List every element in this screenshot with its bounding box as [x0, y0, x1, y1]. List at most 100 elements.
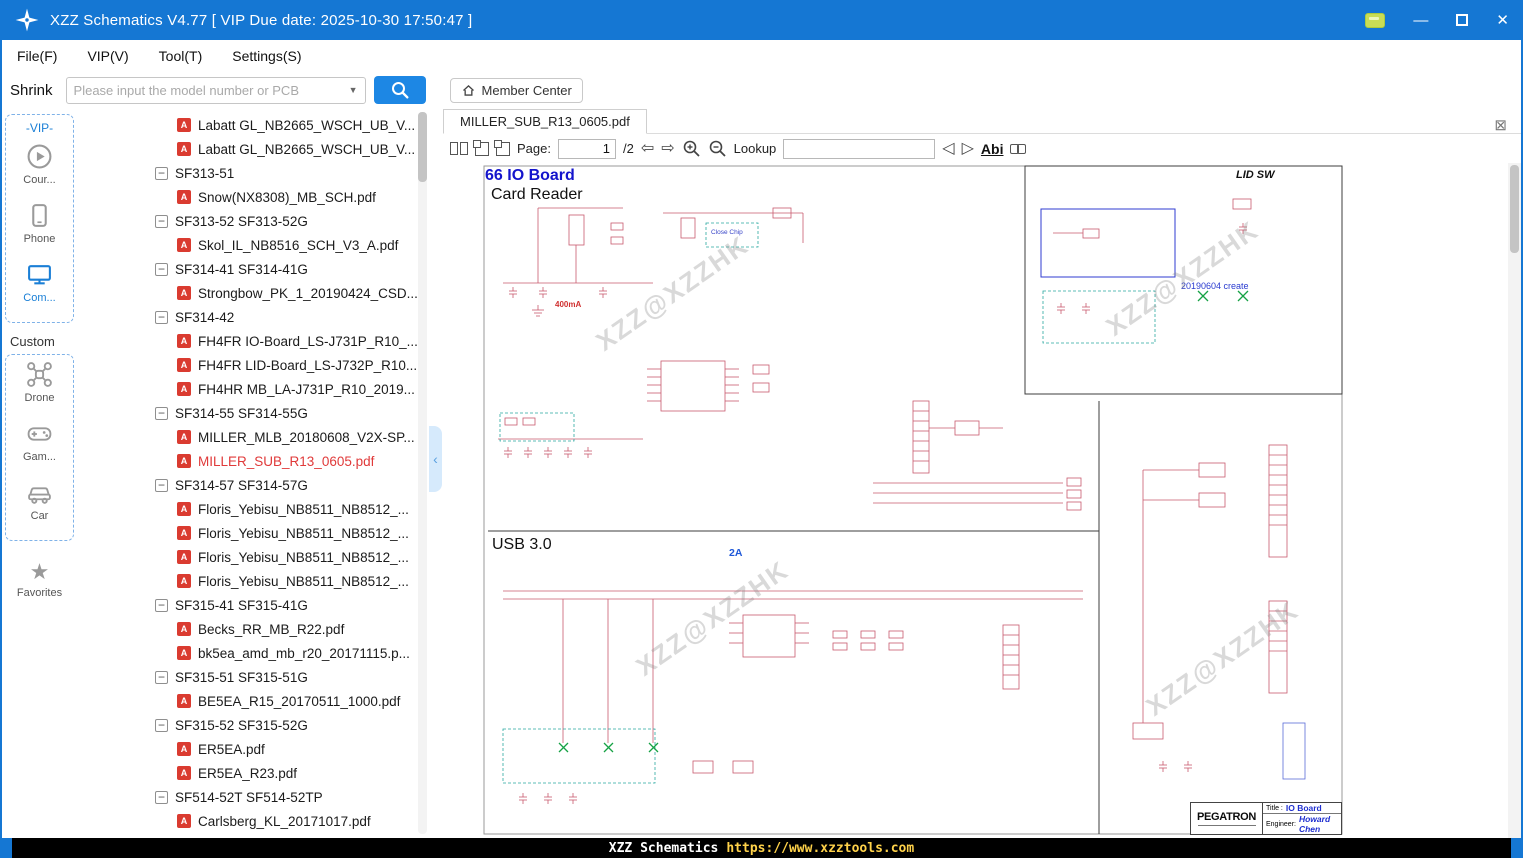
- sidebar-item-label: Phone: [23, 233, 56, 245]
- text-select-icon[interactable]: Abi: [981, 141, 1004, 157]
- collapse-tree-handle[interactable]: ‹: [429, 426, 442, 492]
- page-input[interactable]: [557, 138, 616, 159]
- prev-result-icon[interactable]: ◁: [942, 140, 954, 157]
- collapse-icon[interactable]: −: [155, 478, 168, 492]
- sidebar-item-game[interactable]: Gam...: [23, 420, 56, 463]
- tree-scrollbar[interactable]: [418, 112, 427, 834]
- search-input[interactable]: [73, 82, 345, 98]
- vertical-scrollbar[interactable]: [1508, 163, 1521, 838]
- tree-folder[interactable]: − SF315-41 SF315-41G: [77, 593, 429, 617]
- sidebar-item-computer[interactable]: Com...: [23, 261, 56, 304]
- tree-file[interactable]: A Floris_Yebisu_NB8511_NB8512_...: [77, 497, 429, 521]
- menu-item-toolt[interactable]: Tool(T): [159, 48, 203, 64]
- tree-folder[interactable]: − SF314-57 SF314-57G: [77, 473, 429, 497]
- collapse-icon[interactable]: −: [155, 598, 168, 612]
- tree-file[interactable]: A BE5EA_R15_20170511_1000.pdf: [77, 689, 429, 713]
- pdf-icon: A: [177, 646, 191, 660]
- rotate-right-icon[interactable]: [494, 139, 510, 156]
- tree-folder[interactable]: − SF314-55 SF314-55G: [77, 401, 429, 425]
- schematic-create-note: 20190604 create: [1181, 281, 1249, 291]
- tree-folder[interactable]: − SF514-52T SF514-52TP: [77, 785, 429, 809]
- menu-item-filef[interactable]: File(F): [17, 48, 57, 64]
- tree-file[interactable]: A MILLER_MLB_20180608_V2X-SP...: [77, 425, 429, 449]
- menu-item-settingss[interactable]: Settings(S): [232, 48, 301, 64]
- shrink-button[interactable]: Shrink: [10, 82, 53, 99]
- tree-file[interactable]: Abk5ea_amd_mb_r20_20171115.p...: [77, 641, 429, 665]
- pdf-icon: A: [177, 358, 191, 372]
- tree-scrollbar-thumb[interactable]: [418, 112, 427, 182]
- custom-section-label: Custom: [10, 334, 55, 349]
- tree-file[interactable]: A Labatt GL_NB2665_WSCH_UB_V...: [77, 137, 429, 161]
- collapse-icon[interactable]: −: [155, 790, 168, 804]
- tree-file[interactable]: A Strongbow_PK_1_20190424_CSD...: [77, 281, 429, 305]
- minimize-button[interactable]: —: [1413, 13, 1428, 28]
- tree-item-label: SF514-52T SF514-52TP: [175, 789, 323, 805]
- schematic-section-title: 66 IO Board: [485, 167, 575, 184]
- document-tab[interactable]: MILLER_SUB_R13_0605.pdf: [443, 109, 647, 134]
- license-icon[interactable]: [1365, 12, 1386, 28]
- tree-folder[interactable]: − SF315-51 SF315-51G: [77, 665, 429, 689]
- sidebar-item-phone[interactable]: Phone: [23, 202, 56, 245]
- tree-file[interactable]: A Skol_IL_NB8516_SCH_V3_A.pdf: [77, 233, 429, 257]
- pdf-icon: A: [177, 574, 191, 588]
- member-center-button[interactable]: Member Center: [449, 77, 583, 103]
- tree-item-label: FH4FR LID-Board_LS-J732P_R10...: [198, 357, 418, 373]
- sidebar-item-course[interactable]: Cour...: [23, 143, 56, 186]
- tree-file[interactable]: A Becks_RR_MB_R22.pdf: [77, 617, 429, 641]
- tree-folder[interactable]: − SF314-42: [77, 305, 429, 329]
- tree-file[interactable]: A FH4FR LID-Board_LS-J732P_R10...: [77, 353, 429, 377]
- tree-file[interactable]: A Carlsberg_KL_20171017.pdf: [77, 809, 429, 833]
- tree-file[interactable]: A Floris_Yebisu_NB8511_NB8512_...: [77, 521, 429, 545]
- collapse-icon[interactable]: −: [155, 406, 168, 420]
- zoom-out-icon[interactable]: [708, 139, 727, 158]
- tree-folder[interactable]: − SF314-41 SF314-41G: [77, 257, 429, 281]
- sidebar-item-drone[interactable]: Drone: [25, 361, 54, 404]
- chevron-down-icon[interactable]: ▼: [349, 85, 358, 95]
- maximize-button[interactable]: [1456, 14, 1469, 26]
- collapse-icon[interactable]: −: [155, 166, 168, 180]
- sidebar-item-car[interactable]: Car: [26, 479, 53, 522]
- pdf-icon: A: [177, 694, 191, 708]
- status-url[interactable]: https://www.xzztools.com: [726, 841, 914, 856]
- tree-file[interactable]: A ER5EA_R23.pdf: [77, 761, 429, 785]
- zoom-in-icon[interactable]: [682, 139, 701, 158]
- next-result-icon[interactable]: ▷: [962, 140, 974, 157]
- window-title: XZZ Schematics V4.77 [ VIP Due date: 202…: [50, 11, 473, 29]
- rotate-left-icon[interactable]: [473, 139, 489, 156]
- tree-file[interactable]: A Snow(NX8308)_MB_SCH.pdf: [77, 185, 429, 209]
- menu-item-vipv[interactable]: VIP(V): [87, 48, 128, 64]
- collapse-icon[interactable]: −: [155, 310, 168, 324]
- tree-file[interactable]: A FH4FR IO-Board_LS-J731P_R10_...: [77, 329, 429, 353]
- search-button[interactable]: [373, 76, 426, 104]
- title-block-fields: Title : IO Board Engineer: Howard Chen: [1263, 803, 1341, 834]
- tree-item-label: SF313-52 SF313-52G: [175, 213, 308, 229]
- tree-folder[interactable]: − SF315-52 SF315-52G: [77, 713, 429, 737]
- collapse-icon[interactable]: −: [155, 670, 168, 684]
- prev-page-icon[interactable]: ⇦: [641, 140, 654, 157]
- facing-pages-icon[interactable]: [450, 142, 468, 155]
- collapse-icon[interactable]: −: [155, 262, 168, 276]
- tree-folder[interactable]: − SF313-52 SF313-52G: [77, 209, 429, 233]
- search-box[interactable]: ▼: [65, 76, 366, 104]
- collapse-icon[interactable]: −: [155, 718, 168, 732]
- tree-file[interactable]: A FH4HR MB_LA-J731P_R10_2019...: [77, 377, 429, 401]
- tree-file[interactable]: A Labatt GL_NB2665_WSCH_UB_V...: [77, 113, 429, 137]
- tree-folder[interactable]: − SF313-51: [77, 161, 429, 185]
- next-page-icon[interactable]: ⇨: [661, 140, 674, 157]
- sidebar-item-favorites[interactable]: ★ Favorites: [5, 561, 74, 600]
- document-area[interactable]: 66 IO Board Card Reader USB 3.0 LID SW C…: [443, 163, 1521, 838]
- tree-file[interactable]: A Floris_Yebisu_NB8511_NB8512_...: [77, 569, 429, 593]
- tree-file[interactable]: A ER5EA.pdf: [77, 737, 429, 761]
- binoculars-icon[interactable]: [1010, 143, 1027, 154]
- tree-item-label: Becks_RR_MB_R22.pdf: [198, 621, 345, 637]
- collapse-icon[interactable]: −: [155, 214, 168, 228]
- tree-file[interactable]: A MILLER_SUB_R13_0605.pdf: [77, 449, 429, 473]
- tree-item-label: MILLER_SUB_R13_0605.pdf: [198, 453, 375, 469]
- pdf-icon: A: [177, 502, 191, 516]
- close-document-icon[interactable]: ⊠: [1494, 118, 1507, 133]
- close-button[interactable]: ✕: [1496, 13, 1509, 28]
- scrollbar-thumb[interactable]: [1510, 165, 1519, 253]
- play-icon: [27, 144, 52, 169]
- tree-file[interactable]: A Floris_Yebisu_NB8511_NB8512_...: [77, 545, 429, 569]
- lookup-input[interactable]: [783, 138, 936, 159]
